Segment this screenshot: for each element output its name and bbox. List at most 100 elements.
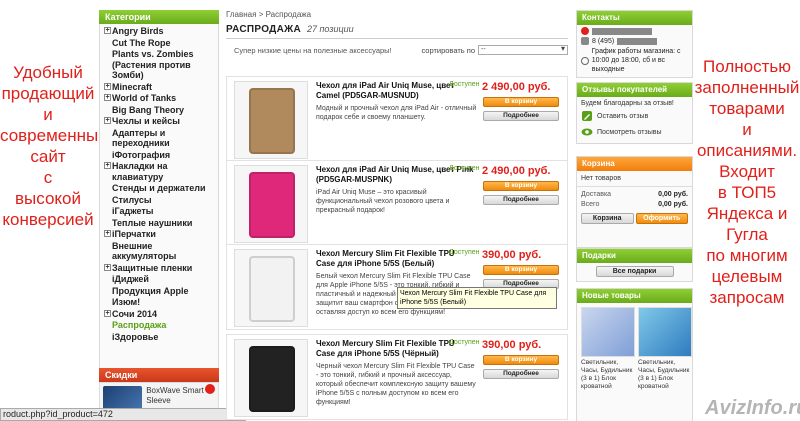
- new-product-text[interactable]: Светильник, Часы, Будильник (3 в 1) Блок…: [581, 359, 635, 391]
- page-title: РАСПРОДАЖА: [226, 24, 301, 35]
- category-label[interactable]: Внешние аккумуляторы: [112, 241, 216, 262]
- category-item[interactable]: + iПерчатки: [100, 229, 218, 240]
- pencil-icon: [582, 111, 592, 121]
- category-label[interactable]: Накладки на клавиатуру: [112, 161, 216, 182]
- add-to-cart-button[interactable]: В корзину: [483, 265, 559, 275]
- category-item[interactable]: Big Bang Theory: [100, 105, 218, 116]
- contacts-box: Контакты 8 (495) График работы магазина:…: [576, 10, 693, 78]
- category-item[interactable]: + Накладки на клавиатуру: [100, 161, 218, 182]
- category-item[interactable]: Адаптеры и переходники: [100, 128, 218, 149]
- sort-select[interactable]: --: [478, 45, 568, 55]
- add-to-cart-button[interactable]: В корзину: [483, 181, 559, 191]
- cart-title: Корзина: [582, 159, 615, 168]
- expand-plus-icon[interactable]: +: [104, 309, 111, 317]
- expand-plus-icon[interactable]: +: [104, 162, 111, 169]
- category-item[interactable]: iДиджей: [100, 274, 218, 285]
- category-label[interactable]: Plants vs. Zombies (Растения против Зомб…: [112, 49, 216, 81]
- category-item[interactable]: iФотография: [100, 150, 218, 161]
- category-label[interactable]: World of Tanks: [112, 93, 176, 104]
- category-label[interactable]: iДиджей: [112, 274, 149, 285]
- view-reviews-link[interactable]: Посмотреть отзывы: [577, 124, 692, 140]
- details-button[interactable]: Подробнее: [483, 195, 559, 205]
- total-label: Всего: [581, 201, 600, 208]
- category-label[interactable]: Стенды и держатели: [112, 183, 206, 194]
- new-product-image[interactable]: [581, 307, 635, 357]
- main-content: Главная > Распродажа РАСПРОДАЖА 27 позиц…: [226, 10, 568, 61]
- reviews-box: Отзывы покупателей Будем благодарны за о…: [576, 82, 693, 144]
- expand-plus-icon[interactable]: +: [104, 263, 111, 271]
- new-product-item[interactable]: Светильник, Часы, Будильник (3 в 1) Блок…: [638, 307, 692, 391]
- product-image[interactable]: [234, 81, 308, 159]
- category-label[interactable]: Cut The Rope: [112, 38, 171, 49]
- product-image[interactable]: [234, 339, 308, 417]
- expand-plus-icon[interactable]: +: [104, 117, 111, 124]
- category-item[interactable]: + Angry Birds: [100, 26, 218, 37]
- category-label[interactable]: iПерчатки: [112, 229, 156, 240]
- category-item[interactable]: Стилусы: [100, 195, 218, 206]
- category-label[interactable]: Стилусы: [112, 195, 152, 206]
- gifts-header: Подарки: [577, 249, 692, 263]
- category-item[interactable]: Cut The Rope: [100, 38, 218, 49]
- category-label[interactable]: Big Bang Theory: [112, 105, 184, 116]
- all-gifts-button[interactable]: Все подарки: [595, 266, 674, 277]
- category-label[interactable]: Распродажа: [112, 320, 166, 331]
- sort-control: сортировать по --: [421, 45, 568, 55]
- write-review-link[interactable]: Оставить отзыв: [577, 108, 692, 124]
- product-image[interactable]: [234, 249, 308, 327]
- category-label[interactable]: iЗдоровье: [112, 332, 158, 343]
- eye-icon: [581, 128, 593, 136]
- category-item[interactable]: Стенды и держатели: [100, 183, 218, 194]
- browser-status-bar: roduct.php?id_product=472: [0, 408, 246, 421]
- add-to-cart-button[interactable]: В корзину: [483, 355, 559, 365]
- add-to-cart-button[interactable]: В корзину: [483, 97, 559, 107]
- product-card: Чехол для iPad Air Uniq Muse, цвет Camel…: [226, 76, 568, 162]
- promo-right-line: товарами: [709, 99, 785, 118]
- category-label[interactable]: Защитные пленки: [112, 263, 192, 274]
- promo-right-line: по многим: [706, 246, 788, 265]
- category-item[interactable]: Внешние аккумуляторы: [100, 241, 218, 262]
- details-button[interactable]: Подробнее: [483, 369, 559, 379]
- category-label[interactable]: Адаптеры и переходники: [112, 128, 216, 149]
- breadcrumb-separator: >: [258, 10, 264, 19]
- product-image[interactable]: [234, 165, 308, 243]
- category-label[interactable]: Minecraft: [112, 82, 152, 93]
- checkout-button[interactable]: Оформить: [635, 213, 688, 224]
- category-item[interactable]: Изюм!: [100, 297, 218, 308]
- category-item[interactable]: iЗдоровье: [100, 332, 218, 343]
- new-product-item[interactable]: Светильник, Часы, Будильник (3 в 1) Блок…: [581, 307, 635, 391]
- view-reviews-label[interactable]: Посмотреть отзывы: [597, 129, 661, 136]
- category-item[interactable]: Теплые наушники: [100, 218, 218, 229]
- category-item[interactable]: Распродажа: [100, 320, 218, 331]
- category-label[interactable]: Angry Birds: [112, 26, 164, 37]
- write-review-label[interactable]: Оставить отзыв: [597, 113, 648, 120]
- schedule-text: График работы магазина: с 10:00 до 18:00…: [591, 48, 681, 73]
- category-label[interactable]: Теплые наушники: [112, 218, 192, 229]
- new-product-text[interactable]: Светильник, Часы, Будильник (3 в 1) Блок…: [638, 359, 692, 391]
- promo-left-line: и: [43, 105, 53, 124]
- cart-button[interactable]: Корзина: [581, 213, 634, 224]
- category-item[interactable]: + World of Tanks: [100, 93, 218, 104]
- category-label[interactable]: iФотография: [112, 150, 170, 161]
- expand-plus-icon[interactable]: +: [104, 82, 111, 90]
- category-label[interactable]: Чехлы и кейсы: [112, 116, 180, 127]
- category-item[interactable]: + Сочи 2014: [100, 309, 218, 320]
- category-item[interactable]: iГаджеты: [100, 206, 218, 217]
- expand-plus-icon[interactable]: +: [104, 94, 111, 101]
- expand-plus-icon[interactable]: +: [104, 27, 111, 34]
- category-item[interactable]: + Защитные пленки: [100, 263, 218, 274]
- breadcrumb-home[interactable]: Главная: [226, 10, 256, 19]
- new-products-grid: Светильник, Часы, Будильник (3 в 1) Блок…: [577, 303, 692, 395]
- category-item[interactable]: Plants vs. Zombies (Растения против Зомб…: [100, 49, 218, 81]
- category-label[interactable]: Продукция Apple: [112, 286, 189, 297]
- details-button[interactable]: Подробнее: [483, 111, 559, 121]
- contact-name-row: [577, 25, 692, 35]
- expand-plus-icon[interactable]: +: [104, 230, 111, 237]
- phone-prefix: 8 (495): [592, 37, 615, 45]
- category-label[interactable]: Сочи 2014: [112, 309, 157, 320]
- category-label[interactable]: iГаджеты: [112, 206, 153, 217]
- category-item[interactable]: Продукция Apple: [100, 286, 218, 297]
- category-item[interactable]: + Чехлы и кейсы: [100, 116, 218, 127]
- category-item[interactable]: + Minecraft: [100, 82, 218, 93]
- category-label[interactable]: Изюм!: [112, 297, 140, 308]
- new-product-image[interactable]: [638, 307, 692, 357]
